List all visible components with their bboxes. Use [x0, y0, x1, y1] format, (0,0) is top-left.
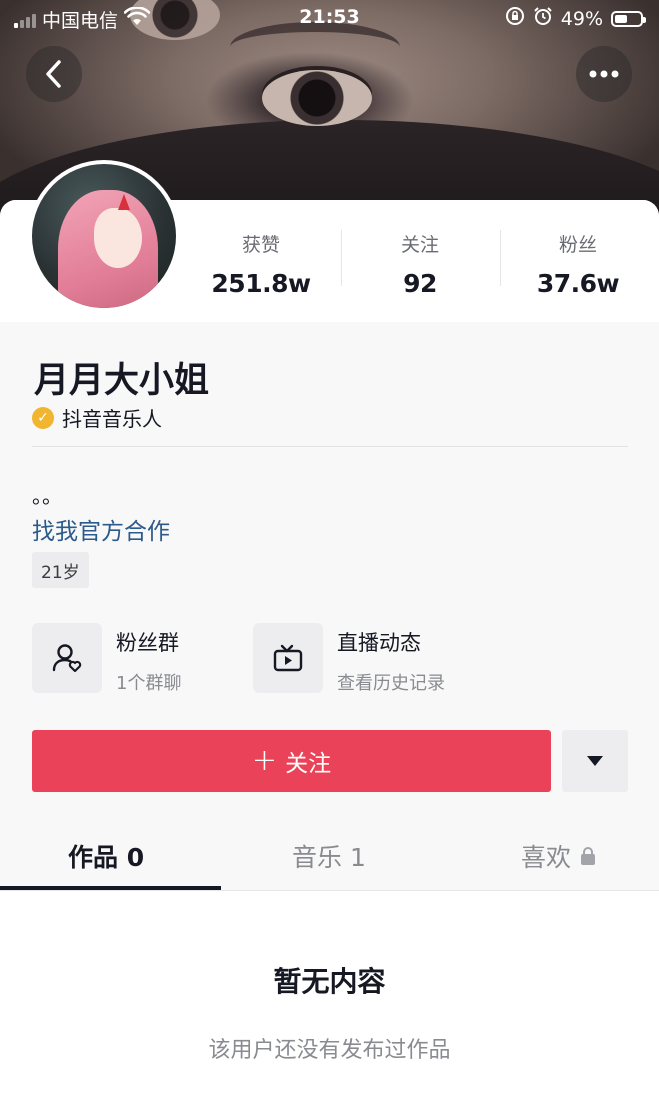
avatar-face-shape — [94, 208, 142, 268]
stat-fans[interactable]: 粉丝 37.6w — [503, 230, 653, 298]
stats-divider — [341, 230, 342, 286]
stat-likes: 获赞 251.8w — [186, 230, 336, 298]
tab-likes-label: 喜欢 — [521, 843, 572, 872]
avatar[interactable] — [28, 160, 180, 312]
follow-button-label: 关注 — [285, 751, 332, 777]
content-area — [0, 891, 659, 1119]
avatar-horn-shape — [118, 194, 130, 210]
caret-down-icon — [587, 756, 603, 766]
avatar-image — [32, 164, 176, 308]
fan-group-entry[interactable]: 粉丝群 1个群聊 — [32, 623, 181, 695]
alarm-icon — [533, 6, 553, 31]
stat-likes-label: 获赞 — [241, 234, 280, 256]
profile-bio: 。。 — [32, 484, 62, 508]
battery-percent: 49% — [560, 7, 603, 30]
chevron-left-icon — [46, 60, 61, 88]
plus-icon: + — [251, 743, 278, 778]
stats-divider — [500, 230, 501, 286]
tab-likes[interactable]: 喜欢 — [521, 838, 596, 874]
stat-following-value: 92 — [403, 269, 437, 298]
fan-group-title: 粉丝群 — [116, 631, 179, 655]
tabs-divider — [0, 890, 659, 891]
ellipsis-icon — [589, 70, 619, 78]
status-bar: 中国电信 21:53 49% — [0, 0, 659, 36]
live-history-title: 直播动态 — [337, 631, 421, 655]
battery-fill — [615, 14, 627, 23]
more-options-button[interactable] — [576, 46, 632, 102]
status-right: 49% — [505, 6, 646, 31]
live-history-subtitle: 查看历史记录 — [337, 673, 445, 694]
recommend-dropdown-button[interactable] — [562, 730, 628, 792]
live-history-text: 直播动态 查看历史记录 — [337, 623, 445, 695]
cooperation-link[interactable]: 找我官方合作 — [32, 512, 170, 546]
verified-row: ✓ 抖音音乐人 — [32, 403, 162, 432]
stat-fans-label: 粉丝 — [558, 234, 597, 256]
profile-tabs: 作品 0 音乐 1 喜欢 — [0, 820, 659, 890]
empty-state-subtitle: 该用户还没有发布过作品 — [208, 1038, 451, 1063]
live-history-entry[interactable]: 直播动态 查看历史记录 — [253, 623, 445, 695]
lock-icon — [581, 847, 596, 865]
verified-label: 抖音音乐人 — [62, 407, 162, 431]
stat-fans-value: 37.6w — [536, 269, 620, 298]
divider — [32, 446, 628, 447]
back-button[interactable] — [26, 46, 82, 102]
age-tag: 21岁 — [32, 552, 89, 588]
stat-likes-value: 251.8w — [211, 269, 311, 298]
fan-group-text: 粉丝群 1个群聊 — [116, 623, 181, 695]
fan-group-subtitle: 1个群聊 — [116, 673, 182, 694]
verified-badge-icon: ✓ — [32, 406, 54, 429]
tab-music[interactable]: 音乐 1 — [292, 838, 366, 874]
stat-following-label: 关注 — [400, 234, 439, 256]
tab-works[interactable]: 作品 0 — [68, 838, 144, 874]
cover-eye-shape — [262, 70, 372, 126]
empty-state-title: 暂无内容 — [273, 965, 386, 998]
profile-name: 月月大小姐 — [34, 361, 210, 401]
battery-icon — [611, 10, 646, 27]
orientation-lock-icon — [505, 6, 525, 31]
follow-button[interactable]: + 关注 — [32, 730, 551, 792]
stat-following[interactable]: 关注 92 — [345, 230, 495, 298]
fan-group-icon — [32, 623, 102, 693]
tv-icon — [253, 623, 323, 693]
